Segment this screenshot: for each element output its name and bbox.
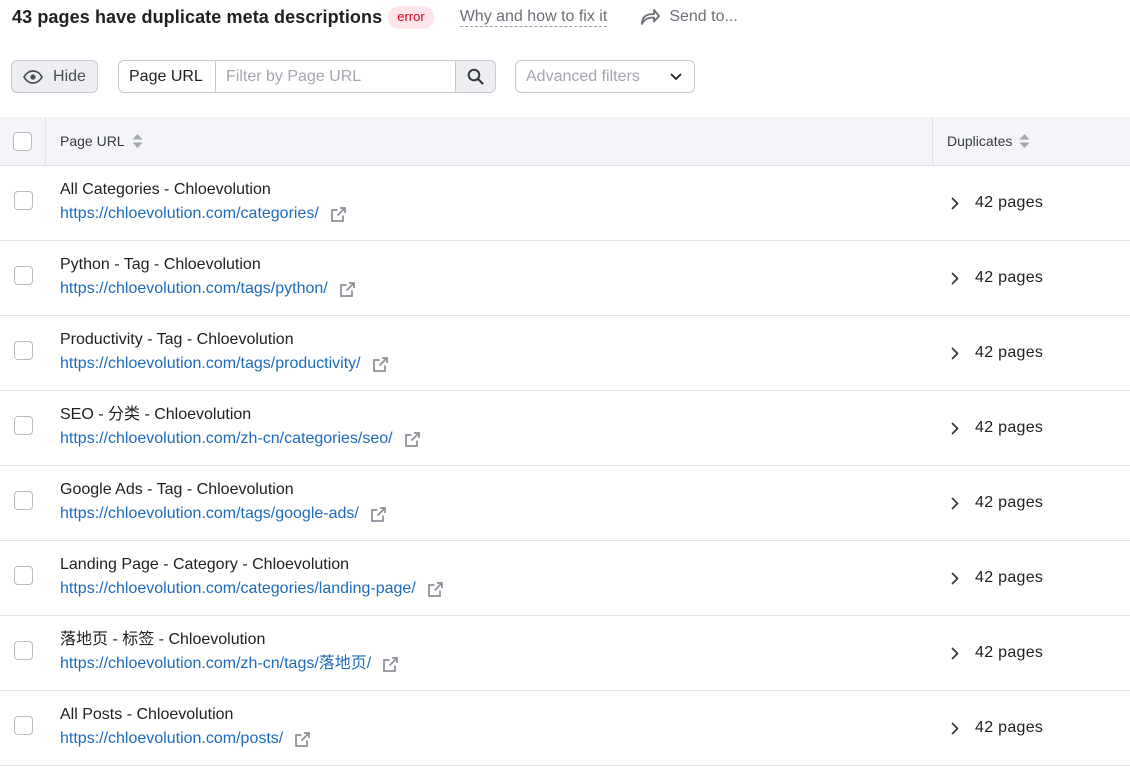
chevron-down-icon: [670, 73, 682, 80]
row-checkbox[interactable]: [13, 491, 33, 510]
page-title-text: Productivity - Tag - Chloevolution: [60, 331, 294, 348]
filter-field-select[interactable]: Page URL: [119, 61, 216, 92]
duplicates-toggle[interactable]: 42 pages: [933, 466, 1130, 540]
duplicates-toggle[interactable]: 42 pages: [933, 316, 1130, 390]
row-checkbox[interactable]: [13, 716, 33, 735]
send-to-button[interactable]: Send to...: [640, 8, 738, 26]
page-title-text: All Categories - Chloevolution: [60, 181, 271, 198]
table-row: Google Ads - Tag - Chloevolution https:/…: [0, 466, 1130, 541]
external-link-icon[interactable]: [382, 656, 399, 673]
chevron-right-icon: [951, 572, 959, 584]
filter-url-input[interactable]: [216, 61, 455, 92]
table-row: SEO - 分类 - Chloevolution https://chloevo…: [0, 391, 1130, 466]
issue-header: 43 pages have duplicate meta description…: [12, 0, 738, 34]
table-header: Page URL Duplicates: [0, 117, 1130, 166]
column-duplicates-label: Duplicates: [947, 133, 1013, 149]
send-to-label: Send to...: [669, 8, 738, 25]
advanced-filters-dropdown[interactable]: Advanced filters: [515, 60, 695, 93]
row-checkbox[interactable]: [13, 341, 33, 360]
error-badge: error: [388, 5, 434, 29]
table-row: All Posts - Chloevolution https://chloev…: [0, 691, 1130, 766]
chevron-right-icon: [951, 497, 959, 509]
row-checkbox[interactable]: [13, 566, 33, 585]
search-button[interactable]: [455, 61, 495, 92]
external-link-icon[interactable]: [427, 581, 444, 598]
external-link-icon[interactable]: [330, 206, 347, 223]
chevron-right-icon: [951, 347, 959, 359]
page-title-text: SEO - 分类 - Chloevolution: [60, 406, 252, 423]
page-title-text: Python - Tag - Chloevolution: [60, 256, 261, 273]
duplicates-toggle[interactable]: 42 pages: [933, 616, 1130, 690]
column-duplicates[interactable]: Duplicates: [933, 117, 1130, 165]
page-url-link[interactable]: https://chloevolution.com/categories/lan…: [60, 579, 416, 599]
row-checkbox[interactable]: [13, 191, 33, 210]
table-row: 落地页 - 标签 - Chloevolution https://chloevo…: [0, 616, 1130, 691]
duplicates-toggle[interactable]: 42 pages: [933, 241, 1130, 315]
advanced-filters-label: Advanced filters: [526, 67, 640, 85]
chevron-right-icon: [951, 647, 959, 659]
page-title-text: Landing Page - Category - Chloevolution: [60, 556, 350, 573]
row-checkbox[interactable]: [13, 641, 33, 660]
toolbar: Hide Page URL Advanced filters: [11, 60, 695, 93]
page-url-link[interactable]: https://chloevolution.com/zh-cn/categori…: [60, 429, 393, 449]
chevron-right-icon: [951, 722, 959, 734]
sort-icon: [1019, 133, 1030, 149]
external-link-icon[interactable]: [370, 506, 387, 523]
duplicates-toggle[interactable]: 42 pages: [933, 391, 1130, 465]
page-url-link[interactable]: https://chloevolution.com/posts/: [60, 729, 283, 749]
duplicates-toggle[interactable]: 42 pages: [933, 691, 1130, 765]
column-page-url-label: Page URL: [60, 133, 125, 149]
page-url-link[interactable]: https://chloevolution.com/categories/: [60, 204, 319, 224]
external-link-icon[interactable]: [404, 431, 421, 448]
duplicates-count: 42 pages: [975, 344, 1044, 361]
column-page-url[interactable]: Page URL: [46, 117, 933, 165]
row-checkbox[interactable]: [13, 416, 33, 435]
duplicates-count: 42 pages: [975, 494, 1044, 511]
page-url-link[interactable]: https://chloevolution.com/tags/google-ad…: [60, 504, 359, 524]
chevron-right-icon: [951, 272, 959, 284]
page-url-link[interactable]: https://chloevolution.com/zh-cn/tags/落地页…: [60, 654, 371, 674]
page-url-link[interactable]: https://chloevolution.com/tags/python/: [60, 279, 328, 299]
duplicates-count: 42 pages: [975, 194, 1044, 211]
page-title-text: 落地页 - 标签 - Chloevolution: [60, 631, 266, 648]
select-all-cell: [0, 117, 46, 165]
external-link-icon[interactable]: [339, 281, 356, 298]
url-filter-group: Page URL: [118, 60, 496, 93]
duplicates-count: 42 pages: [975, 269, 1044, 286]
duplicates-table: Page URL Duplicates All Categories - Chl…: [0, 117, 1130, 766]
duplicates-count: 42 pages: [975, 419, 1044, 436]
table-row: Productivity - Tag - Chloevolution https…: [0, 316, 1130, 391]
duplicates-count: 42 pages: [975, 644, 1044, 661]
chevron-right-icon: [951, 422, 959, 434]
external-link-icon[interactable]: [294, 731, 311, 748]
hide-button[interactable]: Hide: [11, 60, 98, 93]
page-title: 43 pages have duplicate meta description…: [12, 6, 383, 27]
sort-icon: [132, 133, 143, 149]
page-url-link[interactable]: https://chloevolution.com/tags/productiv…: [60, 354, 361, 374]
search-icon: [467, 68, 484, 85]
chevron-right-icon: [951, 197, 959, 209]
page-title-text: Google Ads - Tag - Chloevolution: [60, 481, 294, 498]
external-link-icon[interactable]: [372, 356, 389, 373]
select-all-checkbox[interactable]: [13, 131, 32, 151]
hide-label: Hide: [53, 67, 86, 85]
table-row: All Categories - Chloevolution https://c…: [0, 166, 1130, 241]
why-how-fix-link[interactable]: Why and how to fix it: [459, 8, 608, 27]
table-row: Python - Tag - Chloevolution https://chl…: [0, 241, 1130, 316]
duplicates-count: 42 pages: [975, 719, 1044, 736]
duplicates-toggle[interactable]: 42 pages: [933, 541, 1130, 615]
eye-icon: [23, 69, 44, 84]
table-body: All Categories - Chloevolution https://c…: [0, 166, 1130, 766]
duplicates-toggle[interactable]: 42 pages: [933, 166, 1130, 240]
table-row: Landing Page - Category - Chloevolution …: [0, 541, 1130, 616]
share-arrow-icon: [641, 9, 661, 25]
page-title-text: All Posts - Chloevolution: [60, 706, 234, 723]
duplicates-count: 42 pages: [975, 569, 1044, 586]
row-checkbox[interactable]: [13, 266, 33, 285]
